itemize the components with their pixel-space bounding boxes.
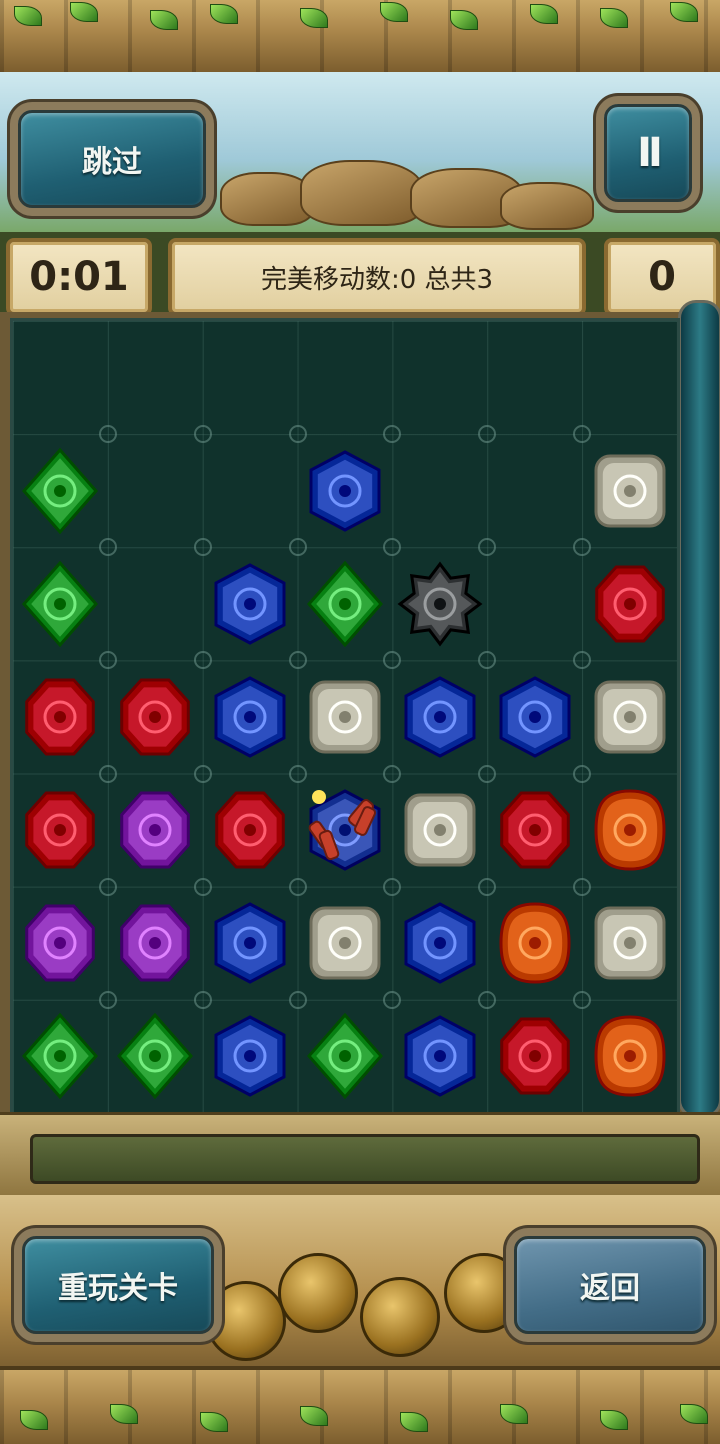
red-gem[interactable] [117,674,193,760]
grid-node [478,990,497,1009]
silver-gem[interactable] [592,674,668,760]
coin-icon [360,1277,440,1357]
green-gem[interactable] [117,1013,194,1100]
timer-display: 0:01 [6,238,152,316]
purple-gem[interactable] [117,787,193,873]
red-gem[interactable] [592,561,668,647]
orange-gem[interactable] [497,900,573,986]
grid-node [98,425,117,444]
bottom-vines [0,1400,720,1440]
grid-node [478,425,497,444]
back-button-label: 返回 [580,1271,640,1306]
grid-node [478,651,497,670]
blue-gem[interactable] [212,900,288,986]
skip-button[interactable]: 跳过 [18,110,206,208]
replay-level-label: 重玩关卡 [58,1271,178,1306]
grid-node [478,764,497,783]
green-gem[interactable] [307,560,383,648]
red-gem[interactable] [497,1013,573,1099]
pause-icon: II [637,130,663,176]
back-button[interactable]: 返回 [514,1236,706,1334]
blue-gem[interactable] [212,1013,288,1099]
silver-gem[interactable] [592,900,668,986]
grid-node [383,764,402,783]
red-gem[interactable] [212,787,288,873]
silver-gem[interactable] [592,448,668,534]
top-vines [0,0,720,40]
blue-gem[interactable] [402,900,478,986]
red-gem[interactable] [497,787,573,873]
grid-node [383,990,402,1009]
dynamite-powerup-icon[interactable] [307,787,383,873]
grid-node [98,651,117,670]
grid-node [98,990,117,1009]
grid-node [193,651,212,670]
grid-node [98,538,117,557]
coin-icon [278,1253,358,1333]
level-progress-bar [30,1134,700,1184]
obsidian-gem[interactable] [397,561,483,647]
grid-node [193,425,212,444]
red-gem[interactable] [22,674,98,760]
score-value: 0 [648,254,676,300]
skip-button-label: 跳过 [82,145,142,180]
silver-gem[interactable] [402,787,478,873]
pause-button[interactable]: II [604,104,692,202]
grid-node [383,538,402,557]
side-water-meter [678,300,720,1118]
coin-icon [444,1253,524,1333]
grid-node [573,877,592,896]
purple-gem[interactable] [117,900,193,986]
grid-node [573,651,592,670]
grid-node [288,877,307,896]
green-gem[interactable] [307,1013,383,1100]
silver-gem[interactable] [307,674,383,760]
grid-node [193,538,212,557]
blue-gem[interactable] [307,448,383,534]
grid-node [573,538,592,557]
game-board[interactable] [10,318,680,1116]
blue-gem[interactable] [212,674,288,760]
grid-node [193,764,212,783]
coin-icon [206,1281,286,1361]
grid-node [193,990,212,1009]
grid-node [478,877,497,896]
grid-node [383,425,402,444]
grid-node [573,990,592,1009]
green-gem[interactable] [22,447,99,534]
grid-node [98,877,117,896]
grid-node [288,425,307,444]
grid-node [288,538,307,557]
grid-node [478,538,497,557]
moves-banner: 完美移动数:0 总共3 [168,238,586,316]
blue-gem[interactable] [497,674,573,760]
grid-node [288,764,307,783]
green-gem[interactable] [22,560,99,648]
grid-node [383,651,402,670]
moves-text: 完美移动数:0 总共3 [260,264,494,295]
silver-gem[interactable] [307,900,383,986]
blue-gem[interactable] [402,1013,478,1099]
grid-node [288,990,307,1009]
grid-node [98,764,117,783]
red-gem[interactable] [22,787,98,873]
grid-node [193,877,212,896]
grid-node [383,877,402,896]
timer-value: 0:01 [29,254,129,300]
blue-gem[interactable] [402,674,478,760]
replay-level-button[interactable]: 重玩关卡 [22,1236,214,1334]
grid-node [573,425,592,444]
green-gem[interactable] [22,1013,99,1100]
grid-node [288,651,307,670]
purple-gem[interactable] [22,900,98,986]
orange-gem[interactable] [592,1013,668,1099]
orange-gem[interactable] [592,787,668,873]
blue-gem[interactable] [212,561,288,647]
grid-node [573,764,592,783]
